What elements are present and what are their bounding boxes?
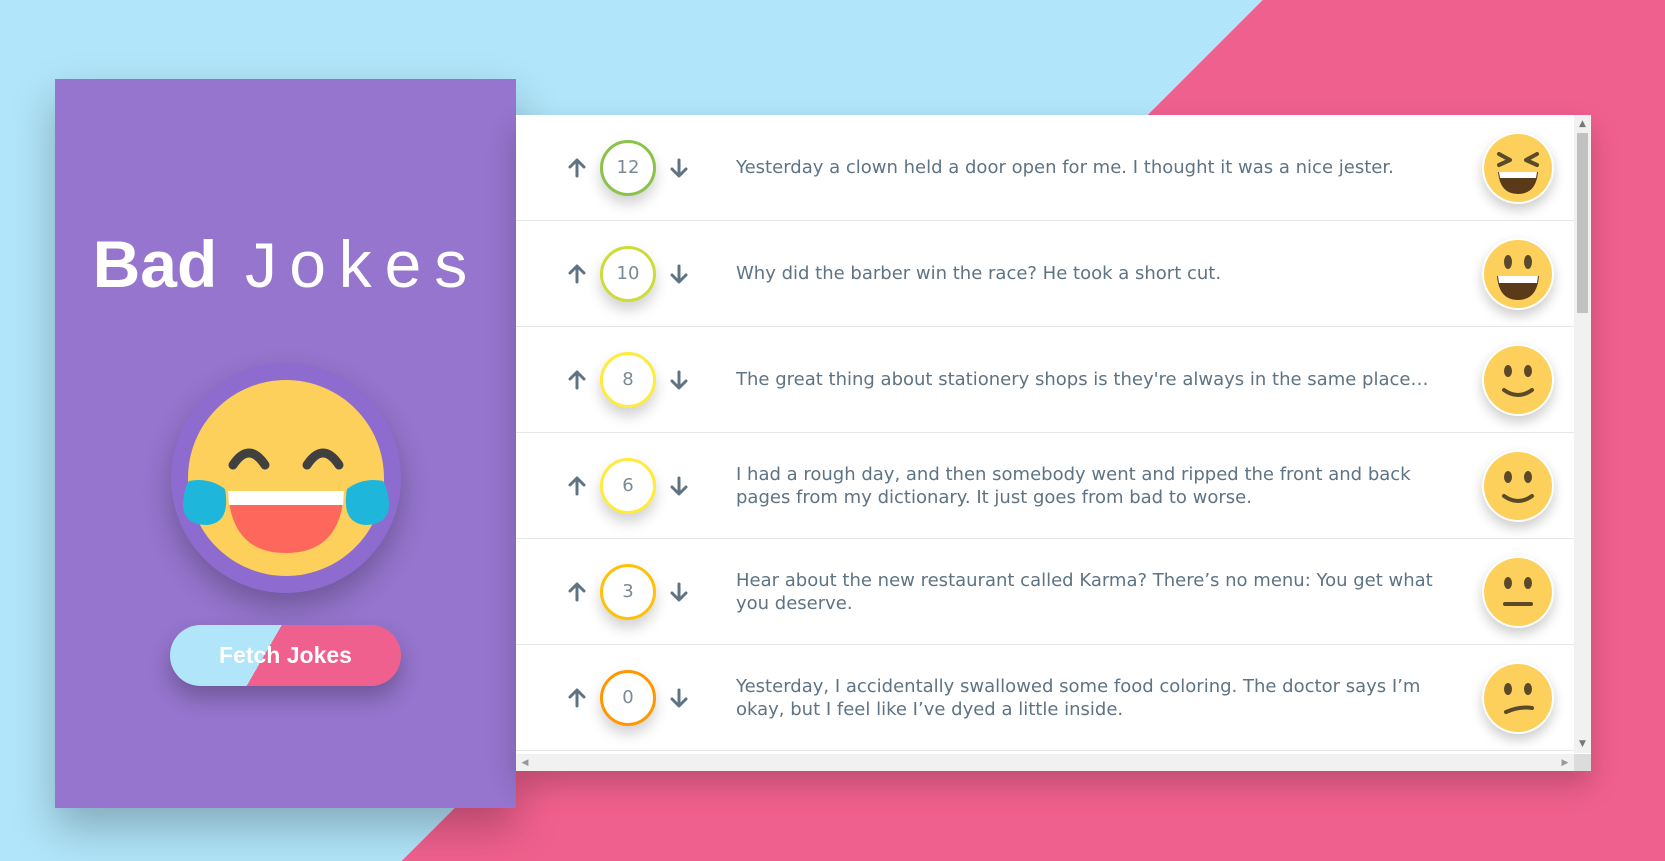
sidebar: Bad Jokes Fetch Jokes xyxy=(55,79,516,808)
joke-list[interactable]: 12 Yesterday a clown held a door open for… xyxy=(516,115,1574,753)
joke-text: Why did the barber win the race? He took… xyxy=(736,263,1222,284)
downvote-arrow-icon[interactable] xyxy=(666,473,692,499)
downvote-arrow-icon[interactable] xyxy=(666,579,692,605)
joke-row: 12 Yesterday a clown held a door open for… xyxy=(516,115,1574,221)
vote-score: 3 xyxy=(600,563,656,620)
vote-controls: 6 xyxy=(516,457,736,514)
joke-text: The great thing about stationery shops i… xyxy=(736,369,1429,390)
upvote-arrow-icon[interactable] xyxy=(564,579,590,605)
fetch-jokes-button[interactable]: Fetch Jokes xyxy=(170,625,401,686)
vote-controls: 10 xyxy=(516,245,736,302)
vote-controls: 3 xyxy=(516,563,736,620)
downvote-arrow-icon[interactable] xyxy=(666,155,692,181)
scroll-left-icon[interactable]: ◀ xyxy=(518,754,532,771)
app-title-light: Jokes xyxy=(240,232,479,307)
tears-of-joy-icon xyxy=(182,380,389,576)
joke-text: Yesterday a clown held a door open for m… xyxy=(736,157,1394,178)
scrollbar-corner xyxy=(1574,754,1591,771)
vote-controls: 0 xyxy=(516,669,736,726)
upvote-arrow-icon[interactable] xyxy=(564,261,590,287)
vote-score: 6 xyxy=(600,457,656,514)
scrollbar-thumb[interactable] xyxy=(1577,133,1588,313)
vote-controls: 8 xyxy=(516,351,736,408)
vote-score: 8 xyxy=(600,351,656,408)
joke-text: Hear about the new restaurant called Kar… xyxy=(736,569,1433,614)
jokes-panel[interactable]: 12 Yesterday a clown held a door open for… xyxy=(516,115,1591,771)
slightly-smiling-face-icon xyxy=(1482,344,1554,416)
scroll-up-icon[interactable]: ▲ xyxy=(1574,117,1591,131)
joke-row: 8 The great thing about stationery shops … xyxy=(516,327,1574,433)
upvote-arrow-icon[interactable] xyxy=(564,367,590,393)
joke-row: 3 Hear about the new restaurant called Ka… xyxy=(516,539,1574,645)
upvote-arrow-icon[interactable] xyxy=(564,473,590,499)
vote-score: 0 xyxy=(600,669,656,726)
joke-text: Yesterday, I accidentally swallowed some… xyxy=(736,675,1421,720)
upvote-arrow-icon[interactable] xyxy=(564,685,590,711)
scroll-down-icon[interactable]: ▼ xyxy=(1574,737,1591,751)
vote-score: 12 xyxy=(600,139,656,196)
horizontal-scrollbar[interactable]: ◀ ▶ xyxy=(516,754,1574,771)
joke-row: 0 Yesterday, I accidentally swallowed som… xyxy=(516,645,1574,751)
slightly-smiling-face-icon xyxy=(1482,450,1554,522)
vote-controls: 12 xyxy=(516,139,736,196)
app-title-bold: Bad xyxy=(92,227,218,301)
vertical-scrollbar[interactable]: ▲ ▼ xyxy=(1574,115,1591,753)
joke-row: 6 I had a rough day, and then somebody we… xyxy=(516,433,1574,539)
joke-row: 10 Why did the barber win the race? He to… xyxy=(516,221,1574,327)
logo-emoji xyxy=(170,363,401,593)
downvote-arrow-icon[interactable] xyxy=(666,685,692,711)
joke-text: I had a rough day, and then somebody wen… xyxy=(736,463,1411,508)
downvote-arrow-icon[interactable] xyxy=(666,367,692,393)
neutral-face-icon xyxy=(1482,556,1554,628)
confused-face-icon xyxy=(1482,662,1554,734)
grinning-face-icon xyxy=(1482,238,1554,310)
app-title: Bad Jokes xyxy=(93,231,479,313)
vote-score: 10 xyxy=(600,245,656,302)
downvote-arrow-icon[interactable] xyxy=(666,261,692,287)
scroll-right-icon[interactable]: ▶ xyxy=(1558,754,1572,771)
upvote-arrow-icon[interactable] xyxy=(564,155,590,181)
laughing-squint-face-icon xyxy=(1482,132,1554,204)
